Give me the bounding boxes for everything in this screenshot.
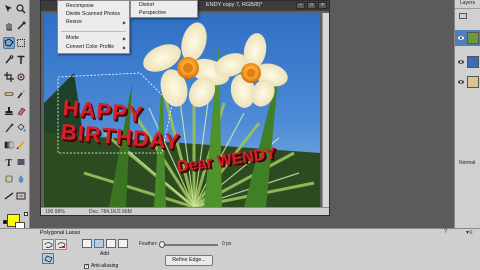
menu-item-distort[interactable]: Distort	[139, 2, 154, 8]
sponge-tool-icon[interactable]	[3, 173, 15, 185]
red-eye-tool-icon[interactable]	[15, 71, 27, 83]
document-status-bar: 100 99% Doc: 784.1K/2.66M	[41, 207, 329, 215]
polygonal-lasso-icon	[43, 254, 53, 263]
svg-text:T: T	[6, 158, 13, 167]
paint-bucket-tool-icon[interactable]	[15, 122, 27, 134]
document-size-info[interactable]: Doc: 784.1K/2.66M	[89, 209, 132, 215]
layers-panel: Layers Normal	[454, 0, 480, 228]
layer-thumbnail	[467, 56, 479, 68]
feather-value[interactable]: 0 px	[222, 241, 231, 247]
add-selection-mode-icon[interactable]	[94, 239, 104, 248]
smart-brush-tool-icon[interactable]	[15, 88, 27, 100]
feather-label: Feather:	[139, 241, 158, 247]
hand-tool-icon[interactable]	[3, 20, 15, 32]
minimize-button[interactable]: –	[296, 2, 305, 9]
lasso-icon	[44, 241, 52, 248]
layer-thumbnail	[467, 76, 479, 88]
menu-item-perspective[interactable]: Perspective	[139, 10, 166, 16]
toolbox: T	[0, 0, 30, 232]
menu-item-resize[interactable]: Resize	[66, 19, 82, 25]
refine-edge-button[interactable]: Refine Edge...	[165, 255, 213, 266]
shape-tool-icon[interactable]	[15, 156, 27, 168]
subtract-selection-mode-icon[interactable]	[106, 239, 116, 248]
crop-tool-icon[interactable]	[3, 71, 15, 83]
zoom-tool-icon[interactable]	[15, 3, 27, 15]
gradient-tool-icon[interactable]	[3, 139, 15, 151]
feather-slider-knob[interactable]	[159, 241, 165, 248]
menu-item-recompose[interactable]: Recompose	[66, 3, 94, 9]
visibility-eye-icon[interactable]	[458, 35, 464, 41]
magnetic-lasso-button[interactable]	[55, 239, 67, 250]
close-button[interactable]: ×	[318, 2, 327, 9]
panel-menu-icon[interactable]	[459, 13, 467, 19]
refine-edge-label: Refine Edge...	[172, 257, 206, 263]
eraser-tool-icon[interactable]	[15, 105, 27, 117]
recompose-tool-icon[interactable]	[15, 190, 27, 202]
visibility-eye-icon[interactable]	[458, 79, 464, 85]
swap-colors-icon[interactable]	[24, 212, 28, 216]
submenu-arrow-icon: ▶	[122, 36, 126, 41]
menu-item-mode[interactable]: Mode	[66, 35, 79, 41]
menu-separator	[61, 31, 126, 32]
options-menu-icon[interactable]: ▾≡	[466, 229, 473, 236]
healing-brush-tool-icon[interactable]	[3, 88, 15, 100]
magnetic-lasso-icon	[57, 241, 65, 248]
selection-mode-label: Add	[100, 251, 109, 257]
layer-row[interactable]	[455, 54, 480, 70]
straighten-tool-icon[interactable]	[3, 190, 15, 202]
blend-mode-select[interactable]: Normal	[459, 160, 475, 166]
feather-slider-track[interactable]	[160, 244, 218, 246]
lasso-tool-icon[interactable]	[3, 37, 15, 49]
tool-options-bar: Polygonal Lasso ? ▾≡ Add Feather: 0 px R…	[0, 228, 480, 270]
transform-submenu: Distort Perspective	[130, 0, 198, 18]
lasso-variant-button[interactable]	[42, 239, 54, 250]
layer-row[interactable]	[455, 74, 480, 90]
intersect-selection-mode-icon[interactable]	[118, 239, 128, 248]
clone-stamp-tool-icon[interactable]	[3, 105, 15, 117]
brush-tool-icon[interactable]	[3, 122, 15, 134]
move-tool-icon[interactable]	[3, 3, 15, 15]
anti-aliasing-checkbox[interactable]: ✓	[84, 264, 89, 269]
blur-tool-icon[interactable]	[15, 173, 27, 185]
text-tool-icon[interactable]: T	[3, 156, 15, 168]
quick-selection-tool-icon[interactable]	[3, 54, 15, 66]
marquee-tool-icon[interactable]	[15, 37, 27, 49]
anti-aliasing-label: Anti-aliasing	[91, 263, 119, 269]
submenu-arrow-icon: ▶	[122, 45, 126, 50]
maximize-button[interactable]: □	[307, 2, 316, 9]
document-title: ENDY copy 7, RGB/8)*	[206, 2, 263, 8]
default-colors-icon[interactable]	[3, 220, 7, 224]
menu-item-convert-color-profile[interactable]: Convert Color Profile	[66, 44, 114, 50]
image-menu-dropdown: Recompose Divide Scanned Photos Resize ▶…	[57, 0, 130, 54]
type-tool-icon[interactable]	[15, 54, 27, 66]
eyedropper-tool-icon[interactable]	[15, 20, 27, 32]
window-controls: – □ ×	[296, 2, 327, 9]
vertical-scrollbar[interactable]	[322, 13, 329, 207]
layer-thumbnail	[467, 32, 479, 44]
panel-divider	[455, 8, 480, 9]
active-tool-name: Polygonal Lasso	[40, 230, 81, 236]
pencil-tool-icon[interactable]	[15, 139, 27, 151]
visibility-eye-icon[interactable]	[458, 59, 464, 65]
selected-layer-row[interactable]	[455, 30, 480, 46]
polygonal-lasso-button[interactable]	[42, 253, 54, 264]
layers-panel-label[interactable]: Layers	[460, 0, 475, 6]
new-selection-mode-icon[interactable]	[82, 239, 92, 248]
zoom-level[interactable]: 100 99%	[45, 209, 65, 215]
menu-item-divide-scanned-photos[interactable]: Divide Scanned Photos	[66, 11, 120, 17]
help-icon[interactable]: ?	[444, 229, 447, 235]
submenu-arrow-icon: ▶	[122, 20, 126, 25]
